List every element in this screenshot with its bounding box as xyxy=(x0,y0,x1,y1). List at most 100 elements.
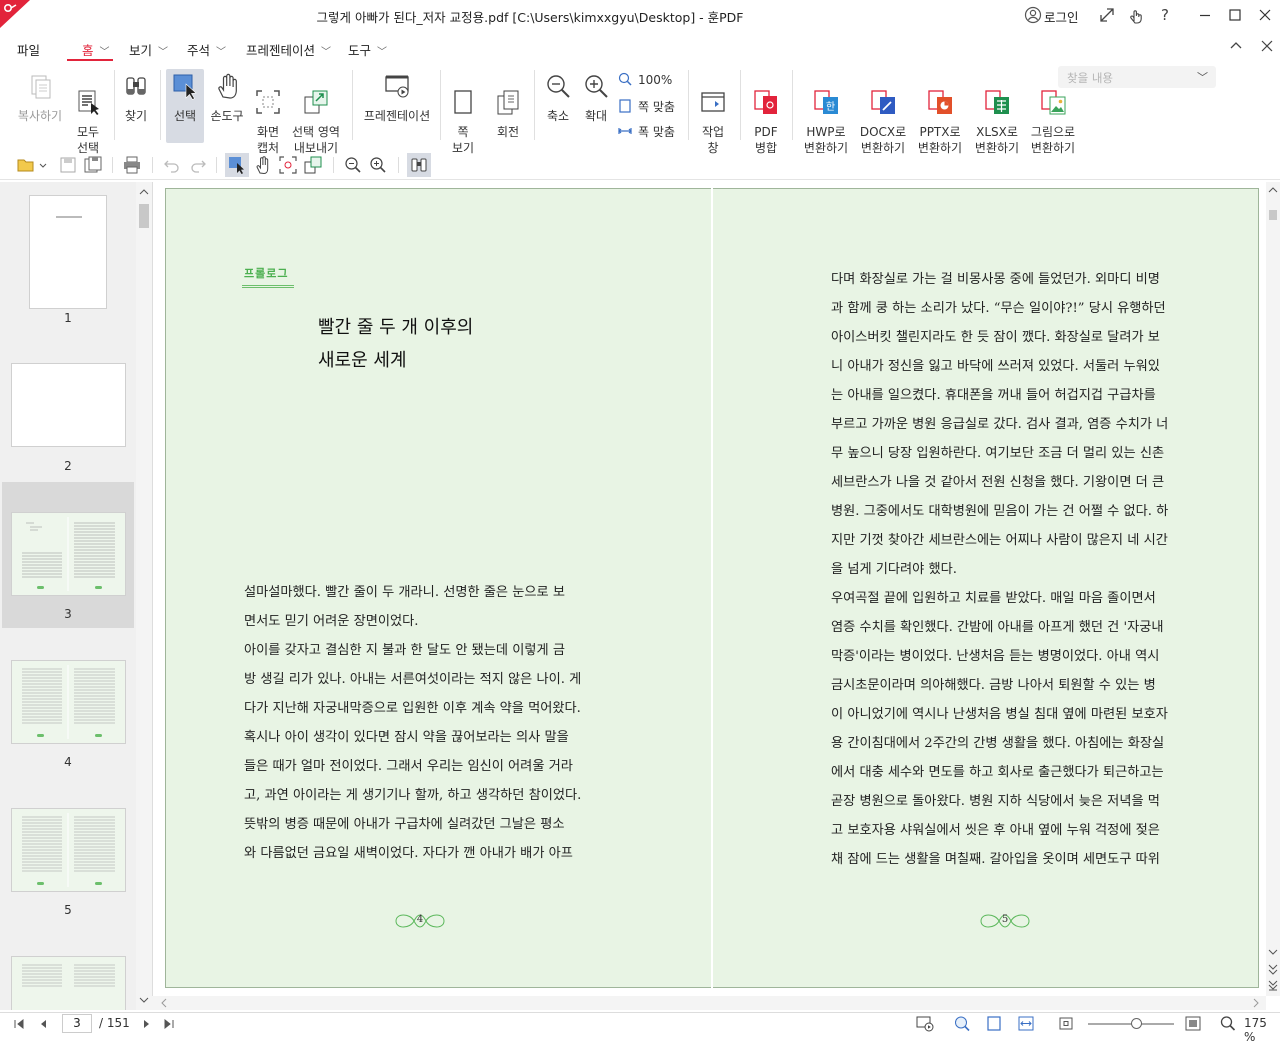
minimize-icon[interactable] xyxy=(1196,6,1214,24)
tab-tools[interactable]: 도구 ﹀ xyxy=(348,40,387,59)
select-cursor-icon[interactable] xyxy=(227,155,247,175)
next-page-icon[interactable] xyxy=(1267,962,1279,976)
next-page-icon[interactable] xyxy=(139,1017,153,1031)
document-horizontal-scrollbar[interactable] xyxy=(152,996,1266,1010)
current-page-input[interactable]: 3 xyxy=(62,1014,92,1033)
zoom-tool-icon[interactable] xyxy=(953,1015,971,1032)
close-doc-icon[interactable] xyxy=(1259,38,1275,54)
search-icon[interactable] xyxy=(1219,1015,1237,1032)
rotate-button[interactable]: 회전 xyxy=(490,72,526,156)
page-thumbnail-4[interactable] xyxy=(11,660,126,744)
tab-view[interactable]: 보기 ﹀ xyxy=(129,40,168,59)
undo-icon[interactable] xyxy=(162,155,182,175)
document-view[interactable]: 프롤로그 빨간 줄 두 개 이후의 새로운 세계 설마설마했다. 빨간 줄이 두… xyxy=(152,182,1266,996)
page-number: 4 xyxy=(416,914,424,925)
redo-icon[interactable] xyxy=(188,155,208,175)
tab-annotation-label: 주석 xyxy=(187,43,211,58)
fit-page-icon[interactable] xyxy=(985,1015,1003,1032)
scroll-up-icon[interactable] xyxy=(1267,184,1279,196)
collapse-ribbon-icon[interactable] xyxy=(1228,38,1244,54)
text-line: 용 간이침대에서 2주간의 간병 생활을 했다. 아침에는 화장실 xyxy=(831,736,1165,751)
last-page-icon[interactable] xyxy=(162,1017,176,1031)
page-icon xyxy=(454,90,472,114)
export-area-icon[interactable] xyxy=(303,155,323,175)
presentation-mode-icon[interactable] xyxy=(916,1015,934,1032)
login-button[interactable]: 로그인 xyxy=(1044,7,1079,26)
maximize-icon[interactable] xyxy=(1226,6,1244,24)
fit-page-button[interactable]: 쪽 맞춤 xyxy=(618,98,675,115)
full-view-icon[interactable] xyxy=(1184,1015,1202,1032)
fit-width-icon[interactable] xyxy=(1017,1015,1035,1032)
task-window-icon xyxy=(701,92,725,112)
tab-annotation[interactable]: 주석 ﹀ xyxy=(187,40,226,59)
touch-icon[interactable] xyxy=(1127,6,1145,24)
tab-view-label: 보기 xyxy=(129,43,153,58)
zoom-out-icon[interactable] xyxy=(343,155,363,175)
select-all-icon xyxy=(78,90,99,115)
zoom-out-button[interactable]: 축소 xyxy=(542,72,574,124)
rotate-icon xyxy=(497,90,519,115)
fullscreen-icon[interactable] xyxy=(1098,6,1116,24)
first-page-icon[interactable] xyxy=(12,1017,26,1031)
scroll-down-icon[interactable] xyxy=(138,994,150,1006)
page-thumbnail-1[interactable] xyxy=(29,195,107,309)
capture-icon[interactable] xyxy=(278,155,298,175)
chevron-down-icon: ﹀ xyxy=(377,47,388,58)
ribbon-divider xyxy=(740,70,741,140)
text-line: 이 아니었기에 역시나 난생처음 병실 침대 옆에 마련된 보호자 xyxy=(831,707,1168,722)
copy-button[interactable]: 복사하기 xyxy=(16,72,64,124)
fit-page-icon xyxy=(619,99,631,113)
image-convert-icon xyxy=(1041,90,1066,115)
page-thumbnail-5[interactable] xyxy=(11,808,126,892)
tab-presentation[interactable]: 프레젠테이션 ﹀ xyxy=(246,40,331,59)
presentation-button[interactable]: 프레젠테이션 xyxy=(362,72,432,124)
fit-width-icon xyxy=(618,128,632,134)
presentation-icon xyxy=(385,75,409,98)
hand-icon[interactable] xyxy=(253,155,273,175)
hwp-convert-icon: 한 xyxy=(814,90,838,114)
page-5[interactable]: 다며 화장실로 가는 걸 비몽사몽 중에 들었던가. 외마디 비명 과 함께 쿵… xyxy=(713,188,1259,988)
zoom-out-icon xyxy=(547,75,570,98)
user-icon[interactable] xyxy=(1024,6,1042,24)
thumbnail-number: 2 xyxy=(64,459,72,473)
zoom-100-button[interactable]: 100% xyxy=(618,72,672,87)
hand-tool-button[interactable]: 손도구 xyxy=(208,72,246,124)
prev-page-icon[interactable] xyxy=(37,1017,51,1031)
document-vertical-scrollbar[interactable] xyxy=(1266,182,1280,996)
toolbar-divider xyxy=(216,157,217,173)
menu-file[interactable]: 파일 xyxy=(17,40,40,59)
chevron-down-icon: ﹀ xyxy=(321,47,332,58)
find-button[interactable]: 찾기 xyxy=(120,72,152,124)
toolbar-divider xyxy=(398,157,399,173)
scrollbar-thumb[interactable] xyxy=(139,204,149,228)
scroll-left-icon[interactable] xyxy=(158,997,170,1009)
select-tool-button[interactable]: 선택 xyxy=(168,72,202,124)
scroll-down-icon[interactable] xyxy=(1267,946,1279,958)
save-as-icon[interactable] xyxy=(83,155,103,175)
zoom-level: 175 % xyxy=(1244,1016,1267,1044)
open-folder-icon[interactable] xyxy=(16,155,36,175)
zoom-slider-handle[interactable] xyxy=(1131,1018,1142,1029)
save-icon[interactable] xyxy=(58,155,78,175)
close-icon[interactable] xyxy=(1256,6,1274,24)
fit-width-button[interactable]: 폭 맞춤 xyxy=(618,123,675,140)
page-number-ornament: 4 xyxy=(392,909,448,933)
last-page-icon[interactable] xyxy=(1267,978,1279,992)
thumbnail-scrollbar[interactable] xyxy=(136,182,152,1010)
scroll-right-icon[interactable] xyxy=(1250,997,1262,1009)
page-4[interactable]: 프롤로그 빨간 줄 두 개 이후의 새로운 세계 설마설마했다. 빨간 줄이 두… xyxy=(165,188,711,988)
page-thumbnail-3[interactable] xyxy=(11,512,126,596)
tab-home[interactable]: 홈 ﹀ xyxy=(82,40,110,59)
page-thumbnail-2[interactable] xyxy=(11,363,126,447)
zoom-in-icon xyxy=(585,75,608,98)
zoom-in-button[interactable]: 확대 xyxy=(580,72,612,124)
print-icon[interactable] xyxy=(122,155,142,175)
help-icon[interactable]: ? xyxy=(1156,6,1174,24)
actual-size-icon[interactable] xyxy=(1057,1015,1075,1032)
page-thumbnail-6[interactable] xyxy=(11,956,126,1010)
scroll-up-icon[interactable] xyxy=(138,186,150,198)
scrollbar-thumb[interactable] xyxy=(1269,210,1277,220)
chevron-down-icon[interactable] xyxy=(37,155,49,175)
zoom-in-icon[interactable] xyxy=(368,155,388,175)
binoculars-icon[interactable] xyxy=(409,155,429,175)
